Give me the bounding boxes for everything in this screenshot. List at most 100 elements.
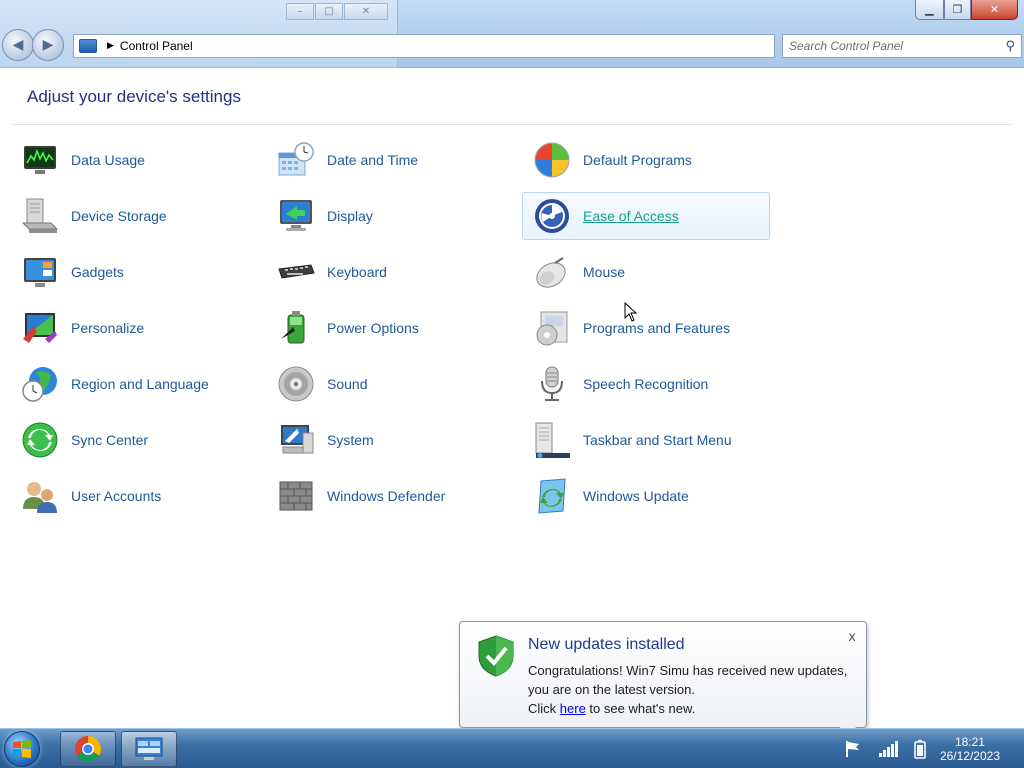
cp-item-keyboard[interactable]: Keyboard [274,248,530,296]
forward-button[interactable]: ▶ [32,29,64,61]
hard-drive-icon [21,197,59,235]
speaker-icon [277,365,315,403]
mouse-cursor-icon [624,302,638,322]
battery-icon [277,309,315,347]
network-signal-icon[interactable] [878,741,898,757]
cp-item-data-usage[interactable]: Data Usage [18,136,274,184]
close-button[interactable]: ✕ [971,0,1018,20]
notification-title: New updates installed [528,636,685,653]
cp-item-label: Default Programs [583,152,692,168]
cp-item-default-programs[interactable]: Default Programs [530,136,786,184]
notification-body: Congratulations! Win7 Simu has received … [528,661,848,718]
back-button[interactable]: ◀ [2,29,34,61]
update-icon [533,477,571,515]
system-tray: 18:21 26/12/2023 [836,729,1024,768]
notification-close-button[interactable]: x [848,630,856,645]
search-box[interactable]: ⚲ [782,34,1022,58]
calendar-clock-icon [277,141,315,179]
search-input[interactable] [789,39,989,53]
windows-flag-icon [533,141,571,179]
cp-item-personalize[interactable]: Personalize [18,304,274,352]
breadcrumb-arrow-icon[interactable]: ▶ [107,41,114,51]
search-icon[interactable]: ⚲ [1005,39,1015,54]
notification-link-line: Click here to see what's new. [528,699,848,718]
cp-item-ease-of-access[interactable]: Ease of Access [522,192,770,240]
display-icon [277,197,315,235]
cp-item-device-storage[interactable]: Device Storage [18,192,274,240]
maximize-button[interactable]: ❐ [944,0,971,20]
clock[interactable]: 18:21 26/12/2023 [940,735,1000,763]
start-button[interactable] [4,731,40,767]
cp-item-date-and-time[interactable]: Date and Time [274,136,530,184]
forward-arrow-icon: ▶ [42,37,54,53]
battery-tray-icon[interactable] [914,739,926,759]
breadcrumb[interactable]: Control Panel [120,39,193,53]
cp-item-display[interactable]: Display [274,192,530,240]
cp-item-label: Region and Language [71,376,209,392]
background-minimize-icon: – [286,3,314,20]
cp-item-label: System [327,432,374,448]
cp-item-sync-center[interactable]: Sync Center [18,416,274,464]
minimize-button[interactable]: ▁ [915,0,944,20]
taskbar-icon [533,421,571,459]
page-title: Adjust your device's settings [27,87,241,106]
chrome-taskbar-button[interactable] [60,731,116,767]
sync-icon [21,421,59,459]
action-center-flag-icon[interactable] [844,740,862,758]
window-frame: – □ ✕ ▁ ❐ ✕ ◀ ▶ ▶ Control Panel ⚲ [0,0,1024,68]
cp-item-label: Ease of Access [583,208,679,224]
cp-item-taskbar-and-start-menu[interactable]: Taskbar and Start Menu [530,416,786,464]
cp-item-label: Windows Defender [327,488,446,504]
clock-time: 18:21 [954,735,985,749]
background-window-caption-buttons: – □ ✕ [286,3,389,20]
cp-item-windows-update[interactable]: Windows Update [530,472,786,520]
caption-buttons: ▁ ❐ ✕ [915,0,1018,20]
cp-item-label: Device Storage [71,208,167,224]
address-bar[interactable]: ▶ Control Panel [73,34,775,58]
personalize-icon [21,309,59,347]
background-maximize-icon: □ [315,3,343,20]
cp-item-gadgets[interactable]: Gadgets [18,248,274,296]
background-close-icon: ✕ [344,3,388,20]
globe-clock-icon [21,365,59,403]
cp-item-label: Sound [327,376,368,392]
cp-item-power-options[interactable]: Power Options [274,304,530,352]
cp-item-label: Taskbar and Start Menu [583,432,732,448]
control-panel-grid: Data Usage Date and Time Default Program… [18,136,798,528]
cp-item-label: Data Usage [71,152,145,168]
programs-icon [533,309,571,347]
windows-logo-icon [13,740,31,758]
cp-item-label: Programs and Features [583,320,731,336]
cp-item-label: Sync Center [71,432,149,448]
cp-item-mouse[interactable]: Mouse [530,248,786,296]
back-arrow-icon: ◀ [12,37,24,53]
divider [12,124,1011,125]
users-icon [21,477,59,515]
cp-item-programs-and-features[interactable]: Programs and Features [530,304,786,352]
here-link[interactable]: here [560,701,586,716]
cp-item-windows-defender[interactable]: Windows Defender [274,472,530,520]
control-panel-window-icon [135,737,163,760]
shield-check-icon [478,635,514,677]
cp-item-label: Display [327,208,373,224]
system-icon [277,421,315,459]
accessibility-icon [533,197,571,235]
cp-item-region-and-language[interactable]: Region and Language [18,360,274,408]
cp-item-user-accounts[interactable]: User Accounts [18,472,274,520]
cp-item-label: Windows Update [583,488,689,504]
cp-item-sound[interactable]: Sound [274,360,530,408]
taskbar: 18:21 26/12/2023 [0,728,1024,768]
cp-item-label: Gadgets [71,264,124,280]
navigation-buttons: ◀ ▶ [2,29,64,61]
control-panel-icon [79,39,97,53]
cp-item-label: Mouse [583,264,626,280]
cp-item-speech-recognition[interactable]: Speech Recognition [530,360,786,408]
click-suffix: to see what's new. [585,701,696,716]
control-panel-taskbar-button[interactable] [121,731,177,767]
microphone-icon [533,365,571,403]
cp-item-label: Keyboard [327,264,387,280]
cp-item-label: Personalize [71,320,145,336]
keyboard-icon [277,253,315,291]
cp-item-system[interactable]: System [274,416,530,464]
cp-item-label: User Accounts [71,488,162,504]
